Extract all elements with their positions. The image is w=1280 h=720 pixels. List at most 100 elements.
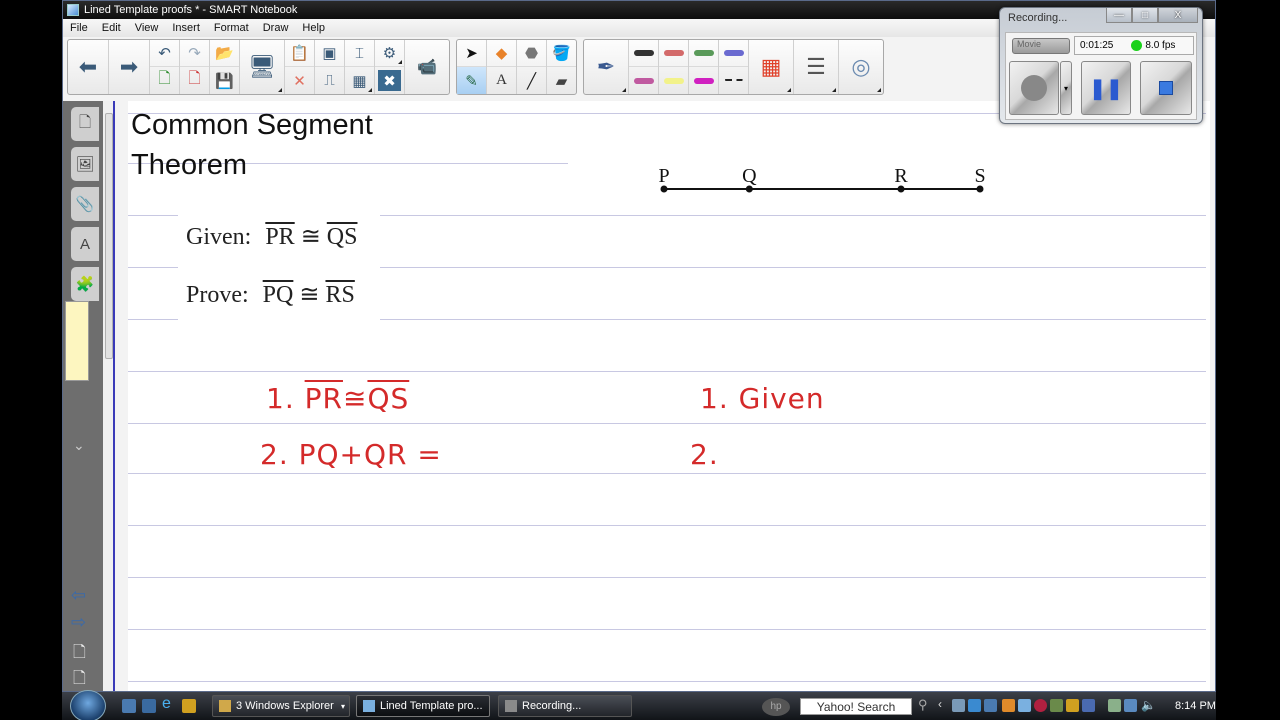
proof-reason-2[interactable]: 2.	[690, 438, 719, 471]
record-options-button[interactable]: ▾	[1060, 61, 1072, 115]
add-page-button[interactable]: 🗋	[150, 67, 179, 94]
paste-button[interactable]: 📋	[285, 40, 314, 67]
screen-capture-button[interactable]: ▣	[315, 40, 344, 67]
recording-mode-dropdown[interactable]: Movie	[1012, 38, 1070, 54]
next-page-button[interactable]: ⇨	[71, 612, 86, 633]
line-style-icon: ☰	[806, 54, 826, 79]
proof-statement-1[interactable]: 1. PR≅QS	[266, 382, 409, 415]
switch-windows-icon[interactable]	[142, 699, 156, 713]
page-sorter-tab[interactable]: 🗋	[71, 107, 99, 141]
open-file-button[interactable]: 📂	[210, 40, 239, 67]
monitor-icon: 🖥	[248, 54, 276, 79]
chevron-left-icon[interactable]: ‹	[938, 697, 942, 711]
pen-preset-3[interactable]	[689, 40, 718, 67]
attachments-tab[interactable]: 📎	[71, 187, 99, 221]
pen-preset-7[interactable]	[689, 67, 718, 94]
pen-preset-1[interactable]	[629, 40, 658, 67]
show-desktop-icon[interactable]	[122, 699, 136, 713]
full-screen-button[interactable]: ✖	[378, 70, 401, 91]
pens-tool-button[interactable]: ✎	[457, 67, 486, 94]
internet-explorer-icon[interactable]: e	[162, 695, 176, 712]
menu-draw[interactable]: Draw	[256, 22, 296, 34]
notebook-page[interactable]: Common Segment Theorem Given: PR ≅ QS Pr…	[128, 101, 1210, 691]
magic-pen-settings-button[interactable]: ⚙	[375, 40, 404, 67]
pen-preset-8[interactable]	[719, 67, 748, 94]
tray-app-icon[interactable]	[1082, 699, 1095, 712]
search-icon[interactable]: ⚲	[918, 697, 928, 713]
pen-preset-5[interactable]	[629, 67, 658, 94]
document-camera-button[interactable]: ⎍	[315, 67, 344, 94]
battery-icon[interactable]	[1108, 699, 1121, 712]
tray-app-icon[interactable]	[1050, 699, 1063, 712]
back-button[interactable]: ⬅	[68, 40, 108, 94]
tray-app-icon[interactable]	[968, 699, 981, 712]
yahoo-search-box[interactable]: Yahoo! Search	[800, 698, 912, 715]
start-button[interactable]	[70, 690, 106, 720]
insert-table-button[interactable]: ▦	[345, 67, 374, 94]
clock[interactable]: 8:14 PM	[1175, 700, 1216, 712]
pen-preset-6[interactable]	[659, 67, 688, 94]
shapes-tool-button[interactable]: ◆	[487, 40, 516, 67]
tray-app-icon[interactable]	[1002, 699, 1015, 712]
previous-page-button[interactable]: ⇦	[71, 585, 86, 606]
properties-tab[interactable]: A	[71, 227, 99, 261]
menu-file[interactable]: File	[63, 22, 95, 34]
menu-edit[interactable]: Edit	[95, 22, 128, 34]
volume-icon[interactable]: 🔈	[1141, 698, 1156, 712]
media-player-icon[interactable]	[182, 699, 196, 713]
camera-button[interactable]: 📹	[405, 40, 449, 94]
tray-app-icon[interactable]	[952, 699, 965, 712]
pause-button[interactable]: ❚❚	[1081, 61, 1131, 115]
sidebar-scrollbar[interactable]	[103, 101, 115, 691]
taskbar-smart-notebook[interactable]: Lined Template pro...	[356, 695, 490, 717]
tray-app-icon[interactable]	[1034, 699, 1047, 712]
color-palette-button[interactable]: ▦	[749, 40, 793, 94]
stop-button[interactable]	[1140, 61, 1192, 115]
pen-type-button[interactable]: ✒	[584, 40, 628, 94]
page-title-line1[interactable]: Common Segment	[131, 109, 373, 142]
segment-diagram[interactable]: P Q R S	[648, 159, 1008, 199]
add-page-side-button[interactable]: 🗋	[73, 641, 86, 668]
gallery-tab[interactable]: 🖼	[71, 147, 99, 181]
redo-button[interactable]: ↷	[180, 40, 209, 67]
tray-app-icon[interactable]	[1018, 699, 1031, 712]
save-button[interactable]: 💾	[210, 67, 239, 94]
line-style-button[interactable]: ☰	[794, 40, 838, 94]
delete-page-button[interactable]: 🗋	[180, 67, 209, 94]
close-button[interactable]: X	[1158, 8, 1198, 23]
text-tool-button[interactable]: A	[487, 67, 516, 94]
tray-app-icon[interactable]	[1066, 699, 1079, 712]
tray-app-icon[interactable]	[984, 699, 997, 712]
page-title-line2[interactable]: Theorem	[131, 149, 247, 182]
proof-statement-2[interactable]: 2. PQ+QR =	[260, 438, 442, 471]
taskbar-recording[interactable]: Recording...	[498, 695, 632, 717]
collapse-icon[interactable]: ⌄	[73, 437, 85, 454]
line-tool-button[interactable]: ╱	[517, 67, 546, 94]
undo-button[interactable]: ↶	[150, 40, 179, 67]
delete-button[interactable]: ✕	[285, 67, 314, 94]
menu-format[interactable]: Format	[207, 22, 256, 34]
proof-reason-1[interactable]: 1. Given	[700, 382, 825, 415]
given-statement[interactable]: Given: PR ≅ QS	[186, 222, 357, 251]
menu-view[interactable]: View	[128, 22, 166, 34]
taskbar-explorer[interactable]: 3 Windows Explorer ▾	[212, 695, 350, 717]
scrollbar-thumb[interactable]	[105, 113, 113, 359]
record-button[interactable]	[1009, 61, 1059, 115]
add-ons-tab[interactable]: 🧩	[71, 267, 99, 301]
pen-preset-2[interactable]	[659, 40, 688, 67]
menu-insert[interactable]: Insert	[165, 22, 207, 34]
network-icon[interactable]	[1124, 699, 1137, 712]
maximize-button[interactable]: □	[1132, 8, 1158, 23]
prove-statement[interactable]: Prove: PQ ≅ RS	[186, 280, 355, 309]
eraser-tool-button[interactable]: ▰	[547, 67, 576, 94]
fill-tool-button[interactable]: ⬣	[517, 40, 546, 67]
select-tool-button[interactable]: ➤	[457, 40, 486, 67]
screen-display-button[interactable]: 🖥	[240, 40, 284, 94]
screen-shade-button[interactable]: ⌶	[345, 40, 374, 67]
menu-help[interactable]: Help	[295, 22, 332, 34]
forward-button[interactable]: ➡	[109, 40, 149, 94]
transparency-button[interactable]: ◎	[839, 40, 883, 94]
paint-bucket-button[interactable]: 🪣	[547, 40, 576, 67]
pen-preset-4[interactable]	[719, 40, 748, 67]
minimize-button[interactable]: —	[1106, 8, 1132, 23]
